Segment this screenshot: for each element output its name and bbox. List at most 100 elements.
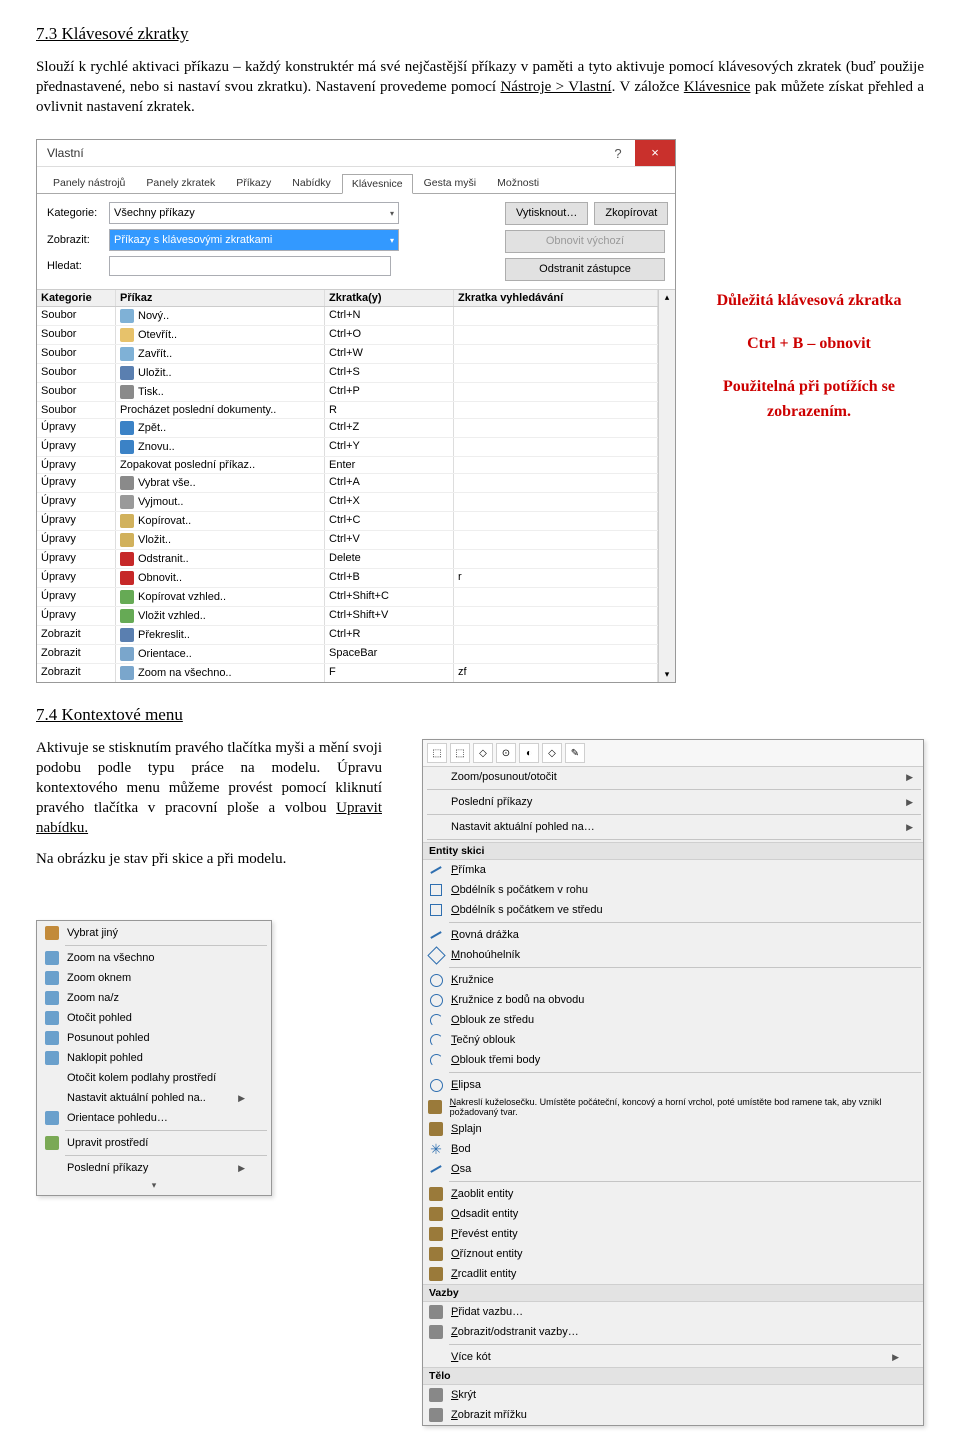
menu-icon bbox=[43, 1090, 61, 1106]
menu-item[interactable]: Upravit prostředí bbox=[39, 1133, 269, 1153]
grid-scrollbar[interactable]: ▴▾ bbox=[658, 290, 675, 682]
grid-row[interactable]: ÚpravyVložit..Ctrl+V bbox=[37, 531, 658, 550]
menu-item[interactable]: Oblouk třemi body bbox=[423, 1050, 923, 1070]
grid-row[interactable]: SouborProcházet poslední dokumenty..R bbox=[37, 402, 658, 419]
grid-row[interactable]: ÚpravyZopakovat poslední příkaz..Enter bbox=[37, 457, 658, 474]
grid-row[interactable]: ÚpravyVložit vzhled..Ctrl+Shift+V bbox=[37, 607, 658, 626]
menu-item[interactable]: Nastavit aktuální pohled na…▶ bbox=[423, 817, 923, 837]
grid-row[interactable]: ÚpravyKopírovat..Ctrl+C bbox=[37, 512, 658, 531]
menu-item[interactable]: Odsadit entity bbox=[423, 1204, 923, 1224]
menu-item[interactable]: Zobrazit/odstranit vazby… bbox=[423, 1322, 923, 1342]
grid-row[interactable]: ZobrazitPřekreslit..Ctrl+R bbox=[37, 626, 658, 645]
menu-item[interactable]: Zoom na/z bbox=[39, 988, 269, 1008]
remove-button[interactable]: Odstranit zástupce bbox=[505, 258, 665, 281]
menu-item[interactable]: Skrýt bbox=[423, 1385, 923, 1405]
menu-item[interactable]: Nastavit aktuální pohled na..▶ bbox=[39, 1088, 269, 1108]
menu-item[interactable]: Oříznout entity bbox=[423, 1244, 923, 1264]
command-icon bbox=[120, 666, 134, 680]
menu-item[interactable]: Orientace pohledu… bbox=[39, 1108, 269, 1128]
tab-možnosti[interactable]: Možnosti bbox=[487, 173, 549, 193]
tab-klávesnice[interactable]: Klávesnice bbox=[342, 174, 413, 194]
grid-row[interactable]: ÚpravyZpět..Ctrl+Z bbox=[37, 419, 658, 438]
command-icon bbox=[120, 476, 134, 490]
menu-item[interactable]: Poslední příkazy▶ bbox=[39, 1158, 269, 1178]
grid-row[interactable]: ZobrazitOrientace..SpaceBar bbox=[37, 645, 658, 664]
menu-item[interactable]: Nakreslí kuželosečku. Umístěte počáteční… bbox=[423, 1095, 923, 1119]
menu-item[interactable]: Naklopit pohled bbox=[39, 1048, 269, 1068]
menu-item[interactable]: Přidat vazbu… bbox=[423, 1302, 923, 1322]
tool-icon bbox=[428, 1100, 442, 1114]
menu-item[interactable]: Více kót▶ bbox=[423, 1347, 923, 1367]
toolbar-icon[interactable]: ⊙ bbox=[496, 743, 516, 763]
menu-icon bbox=[43, 1030, 61, 1046]
menu-item[interactable]: Zoom/posunout/otočit▶ bbox=[423, 767, 923, 787]
menu-item[interactable]: Oblouk ze středu bbox=[423, 1010, 923, 1030]
help-button[interactable]: ? bbox=[601, 146, 635, 161]
grid-row[interactable]: SouborZavřít..Ctrl+W bbox=[37, 345, 658, 364]
menu-item[interactable]: Rovná drážka bbox=[423, 925, 923, 945]
toolbar-icon[interactable]: ◐ bbox=[519, 743, 539, 763]
grid-row[interactable]: SouborTisk..Ctrl+P bbox=[37, 383, 658, 402]
print-button[interactable]: Vytisknout… bbox=[505, 202, 588, 225]
tab-gesta-myši[interactable]: Gesta myši bbox=[414, 173, 487, 193]
tool-icon bbox=[429, 1227, 443, 1241]
grid-row[interactable]: ÚpravyKopírovat vzhled..Ctrl+Shift+C bbox=[37, 588, 658, 607]
grid-row[interactable]: ÚpravyOdstranit..Delete bbox=[37, 550, 658, 569]
menu-item[interactable]: Otočit pohled bbox=[39, 1008, 269, 1028]
toolbar-icon[interactable]: ✎ bbox=[565, 743, 585, 763]
grid-row[interactable]: SouborNový..Ctrl+N bbox=[37, 307, 658, 326]
menu-icon bbox=[43, 1110, 61, 1126]
menu-item[interactable]: Kružnice z bodů na obvodu bbox=[423, 990, 923, 1010]
tab-příkazy[interactable]: Příkazy bbox=[226, 173, 281, 193]
menu-item[interactable]: Posunout pohled bbox=[39, 1028, 269, 1048]
grid-row[interactable]: ZobrazitZoom na všechno..Fzf bbox=[37, 664, 658, 682]
menu-item[interactable]: Převést entity bbox=[423, 1224, 923, 1244]
tab-nabídky[interactable]: Nabídky bbox=[282, 173, 341, 193]
menu-item[interactable]: Splajn bbox=[423, 1119, 923, 1139]
kategorie-select[interactable]: Všechny příkazy▾ bbox=[109, 202, 399, 224]
tab-panely-nástrojů[interactable]: Panely nástrojů bbox=[43, 173, 135, 193]
menu-item[interactable]: Tečný oblouk bbox=[423, 1030, 923, 1050]
grid-row[interactable]: ÚpravyVybrat vše..Ctrl+A bbox=[37, 474, 658, 493]
menu-icon bbox=[43, 990, 61, 1006]
command-icon bbox=[120, 533, 134, 547]
menu-item[interactable]: Vybrat jiný bbox=[39, 923, 269, 943]
grid-row[interactable]: SouborOtevřít..Ctrl+O bbox=[37, 326, 658, 345]
menu-item[interactable]: Osa bbox=[423, 1159, 923, 1179]
menu-item[interactable]: Kružnice bbox=[423, 970, 923, 990]
tab-panely-zkratek[interactable]: Panely zkratek bbox=[136, 173, 225, 193]
menu-item[interactable]: Zoom oknem bbox=[39, 968, 269, 988]
section-heading-73: 7.3 Klávesové zkratky bbox=[36, 24, 924, 44]
dialog-titlebar: Vlastní ? × bbox=[37, 140, 675, 167]
dialog-title: Vlastní bbox=[47, 146, 601, 160]
toolbar-icon[interactable]: ⬚ bbox=[427, 743, 447, 763]
menu-item[interactable]: Zoom na všechno bbox=[39, 948, 269, 968]
square-icon bbox=[430, 904, 442, 916]
grid-row[interactable]: ÚpravyObnovit..Ctrl+Br bbox=[37, 569, 658, 588]
grid-row[interactable]: SouborUložit..Ctrl+S bbox=[37, 364, 658, 383]
menu-item[interactable]: Mnohoúhelník bbox=[423, 945, 923, 965]
menu-item[interactable]: ✳Bod bbox=[423, 1139, 923, 1159]
menu-item[interactable]: Elipsa bbox=[423, 1075, 923, 1095]
expand-button[interactable]: ▾ bbox=[39, 1178, 269, 1193]
menu-item[interactable]: Obdélník s počátkem ve středu bbox=[423, 900, 923, 920]
menu-item[interactable]: Obdélník s počátkem v rohu bbox=[423, 880, 923, 900]
toolbar-icon[interactable]: ⬚ bbox=[450, 743, 470, 763]
menu-item[interactable]: Zaoblit entity bbox=[423, 1184, 923, 1204]
toolbar-icon[interactable]: ◇ bbox=[542, 743, 562, 763]
menu-item[interactable]: Přímka bbox=[423, 860, 923, 880]
menu-item[interactable]: Otočit kolem podlahy prostředí bbox=[39, 1068, 269, 1088]
close-button[interactable]: × bbox=[635, 140, 675, 166]
copy-button[interactable]: Zkopírovat bbox=[594, 202, 668, 225]
hledat-input[interactable] bbox=[109, 256, 391, 276]
toolbar-icon[interactable]: ◇ bbox=[473, 743, 493, 763]
command-icon bbox=[120, 628, 134, 642]
grid-row[interactable]: ÚpravyZnovu..Ctrl+Y bbox=[37, 438, 658, 457]
menu-item[interactable]: Zrcadlit entity bbox=[423, 1264, 923, 1284]
zobrazit-select[interactable]: Příkazy s klávesovými zkratkami▾ bbox=[109, 229, 399, 251]
menu-item[interactable]: Zobrazit mřížku bbox=[423, 1405, 923, 1425]
menu-item[interactable]: Poslední příkazy▶ bbox=[423, 792, 923, 812]
command-icon bbox=[120, 495, 134, 509]
grid-row[interactable]: ÚpravyVyjmout..Ctrl+X bbox=[37, 493, 658, 512]
reset-button[interactable]: Obnovit výchozí bbox=[505, 230, 665, 253]
